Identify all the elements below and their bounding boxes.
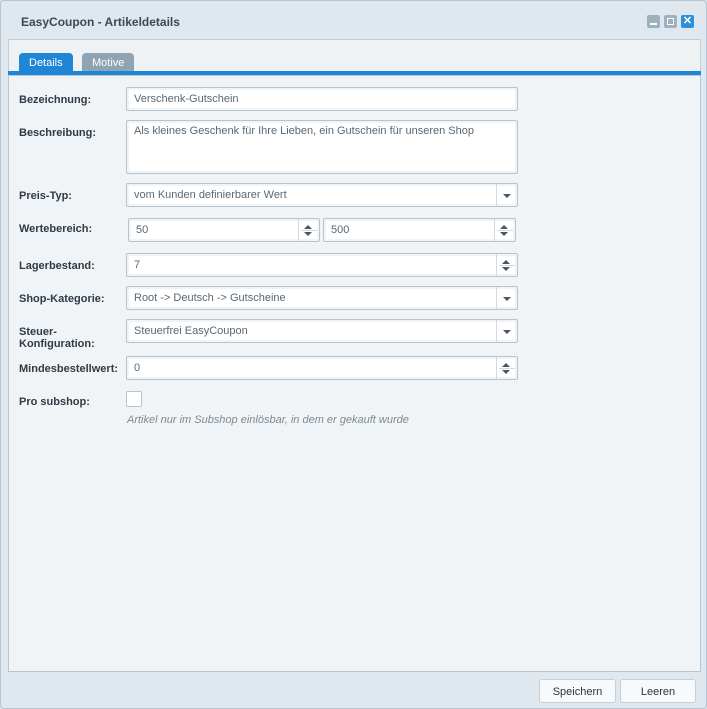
bezeichnung-label: Bezeichnung: xyxy=(19,94,92,106)
minimize-icon[interactable] xyxy=(647,15,660,28)
lagerbestand-input[interactable]: 7 xyxy=(126,253,518,277)
chevron-down-icon[interactable] xyxy=(496,287,517,309)
bezeichnung-input[interactable]: Verschenk-Gutschein xyxy=(126,87,518,111)
shop-kategorie-select[interactable]: Root -> Deutsch -> Gutscheine xyxy=(126,286,518,310)
lagerbestand-label: Lagerbestand: xyxy=(19,260,95,272)
beschreibung-textarea[interactable]: Als kleines Geschenk für Ihre Lieben, ei… xyxy=(126,120,518,174)
preis-typ-label: Preis-Typ: xyxy=(19,190,72,202)
spinner-lagerbestand[interactable] xyxy=(496,254,517,276)
bezeichnung-value: Verschenk-Gutschein xyxy=(134,93,239,105)
preis-typ-value: vom Kunden definierbarer Wert xyxy=(134,189,287,201)
shop-kategorie-value: Root -> Deutsch -> Gutscheine xyxy=(134,292,286,304)
steuer-value: Steuerfrei EasyCoupon xyxy=(134,325,248,337)
spinner-max[interactable] xyxy=(494,219,515,241)
steuer-label-line2: Konfiguration: xyxy=(19,338,95,350)
clear-button[interactable]: Leeren xyxy=(620,679,696,703)
beschreibung-value: Als kleines Geschenk für Ihre Lieben, ei… xyxy=(134,125,474,137)
pro-subshop-label: Pro subshop: xyxy=(19,396,90,408)
lagerbestand-value: 7 xyxy=(134,259,141,271)
wertebereich-min-value: 50 xyxy=(136,224,149,236)
shop-kategorie-label: Shop-Kategorie: xyxy=(19,293,105,305)
preis-typ-select[interactable]: vom Kunden definierbarer Wert xyxy=(126,183,518,207)
artikeldetails-window: EasyCoupon - Artikeldetails ✕ Details Mo… xyxy=(0,0,707,709)
wertebereich-max-value: 500 xyxy=(331,224,350,236)
wertebereich-max-input[interactable]: 500 xyxy=(323,218,516,242)
wertebereich-min-input[interactable]: 50 xyxy=(128,218,320,242)
spinner-mindestbestellwert[interactable] xyxy=(496,357,517,379)
wertebereich-label: Wertebereich: xyxy=(19,223,93,235)
window-titlebar[interactable]: EasyCoupon - Artikeldetails ✕ xyxy=(1,1,706,39)
arrow-up-icon[interactable] xyxy=(502,260,510,264)
save-button[interactable]: Speichern xyxy=(539,679,616,703)
footer-toolbar: Speichern Leeren xyxy=(8,676,701,704)
spinner-min[interactable] xyxy=(298,219,319,241)
tab-bar: Details Motive xyxy=(8,39,701,74)
arrow-down-icon[interactable] xyxy=(502,370,510,374)
chevron-down-icon[interactable] xyxy=(496,184,517,206)
window-title: EasyCoupon - Artikeldetails xyxy=(21,15,180,29)
mindestbestellwert-input[interactable]: 0 xyxy=(126,356,518,380)
arrow-down-icon[interactable] xyxy=(500,232,508,236)
mindestbestellwert-label: Mindesbestellwert: xyxy=(19,363,119,375)
arrow-up-icon[interactable] xyxy=(502,363,510,367)
pro-subshop-hint: Artikel nur im Subshop einlösbar, in dem… xyxy=(127,414,409,426)
pro-subshop-checkbox[interactable] xyxy=(126,391,142,407)
steuer-konfiguration-select[interactable]: Steuerfrei EasyCoupon xyxy=(126,319,518,343)
arrow-down-icon[interactable] xyxy=(304,232,312,236)
maximize-icon[interactable] xyxy=(664,15,677,28)
arrow-down-icon[interactable] xyxy=(502,267,510,271)
arrow-up-icon[interactable] xyxy=(304,225,312,229)
chevron-down-icon[interactable] xyxy=(496,320,517,342)
steuer-label-line1: Steuer- xyxy=(19,326,57,338)
mindestbestellwert-value: 0 xyxy=(134,362,141,374)
arrow-up-icon[interactable] xyxy=(500,225,508,229)
close-icon[interactable]: ✕ xyxy=(681,15,694,28)
beschreibung-label: Beschreibung: xyxy=(19,127,97,139)
